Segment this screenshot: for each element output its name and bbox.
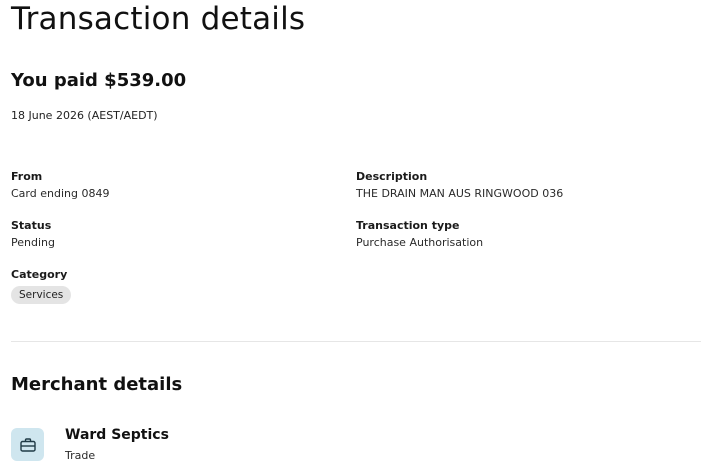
transaction-date: 18 June 2026 (AEST/AEDT) (11, 109, 158, 122)
description-label: Description (356, 170, 428, 183)
transaction-type-label: Transaction type (356, 219, 460, 232)
description-value: THE DRAIN MAN AUS RINGWOOD 036 (356, 187, 564, 200)
status-value: Pending (11, 236, 55, 249)
page-title: Transaction details (11, 1, 306, 37)
from-field: From Card ending 0849 (11, 169, 109, 202)
section-divider (11, 341, 701, 342)
from-label: From (11, 170, 43, 183)
merchant-avatar (11, 428, 44, 461)
category-field: Category Services (11, 267, 72, 304)
from-value: Card ending 0849 (11, 187, 110, 200)
transaction-details-page: Transaction details You paid $539.00 18 … (0, 0, 720, 472)
briefcase-icon (19, 437, 36, 452)
description-field: Description THE DRAIN MAN AUS RINGWOOD 0… (356, 169, 563, 202)
status-field: Status Pending (11, 218, 55, 251)
status-label: Status (11, 219, 52, 232)
merchant-name[interactable]: Ward Septics (65, 425, 169, 445)
category-chip[interactable]: Services (11, 286, 72, 304)
amount-paid: You paid $539.00 (11, 70, 187, 91)
transaction-type-field: Transaction type Purchase Authorisation (356, 218, 483, 251)
transaction-type-value: Purchase Authorisation (356, 236, 484, 249)
merchant-type: Trade (65, 449, 96, 462)
category-label: Category (11, 268, 68, 281)
merchant-section-title: Merchant details (11, 374, 183, 395)
